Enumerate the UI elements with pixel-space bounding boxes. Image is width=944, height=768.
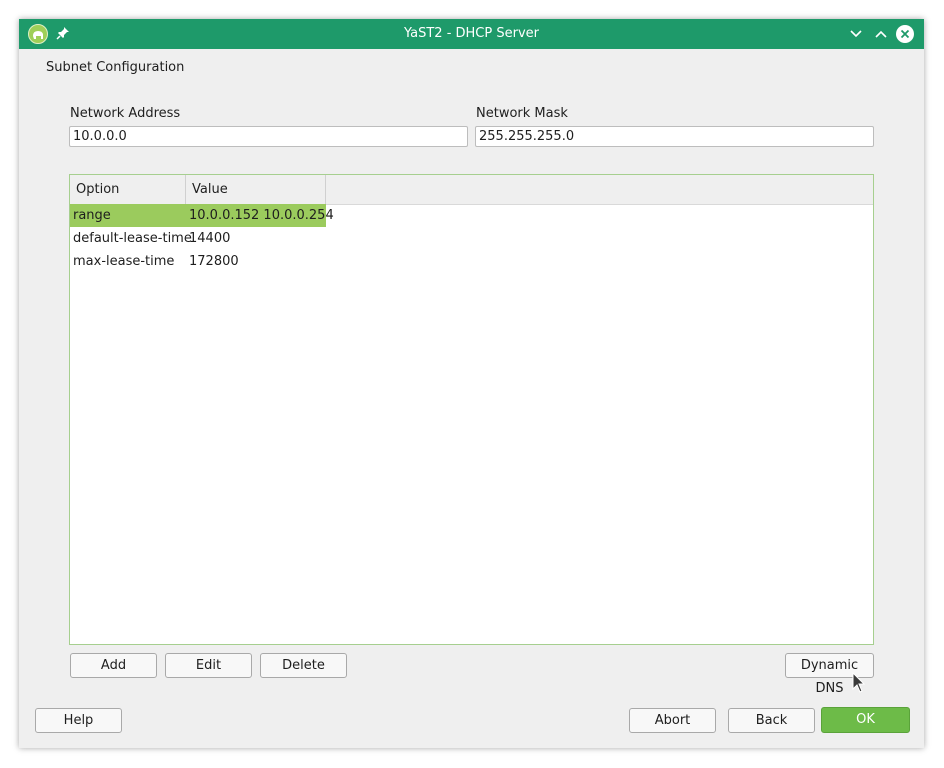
table-row[interactable]: default-lease-time 14400: [70, 227, 326, 250]
window-title: YaST2 - DHCP Server: [403, 26, 539, 41]
table-cell-value: 172800: [189, 254, 239, 269]
table-cell-value: 14400: [189, 231, 231, 246]
table-row[interactable]: max-lease-time 172800: [70, 250, 326, 273]
network-address-label: Network Address: [70, 106, 181, 121]
network-address-field[interactable]: 10.0.0.0: [69, 126, 468, 147]
abort-button[interactable]: Abort: [629, 708, 716, 733]
add-button[interactable]: Add: [70, 653, 157, 678]
close-icon[interactable]: [896, 25, 914, 43]
network-mask-label: Network Mask: [476, 106, 568, 121]
options-table[interactable]: Option Value range 10.0.0.152 10.0.0.254…: [69, 174, 874, 645]
dialog-window: YaST2 - DHCP Server Subnet Configuration…: [19, 19, 924, 748]
table-row[interactable]: range 10.0.0.152 10.0.0.254: [70, 204, 334, 227]
delete-button[interactable]: Delete: [260, 653, 347, 678]
table-cell-value: 10.0.0.152 10.0.0.254: [189, 208, 334, 223]
edit-button[interactable]: Edit: [165, 653, 252, 678]
table-cell-option: range: [73, 208, 111, 223]
back-button[interactable]: Back: [728, 708, 815, 733]
table-cell-option: max-lease-time: [73, 254, 175, 269]
chevron-up-icon[interactable]: [872, 25, 890, 43]
section-title: Subnet Configuration: [46, 60, 185, 75]
network-mask-field[interactable]: 255.255.255.0: [475, 126, 874, 147]
chevron-down-icon[interactable]: [847, 25, 865, 43]
mouse-pointer-icon: [852, 672, 866, 693]
titlebar[interactable]: YaST2 - DHCP Server: [19, 19, 924, 49]
help-button[interactable]: Help: [35, 708, 122, 733]
ok-button[interactable]: OK: [821, 707, 910, 733]
table-header: Option Value: [70, 175, 873, 205]
column-header-value[interactable]: Value: [186, 175, 326, 204]
column-header-option[interactable]: Option: [70, 175, 186, 204]
table-cell-option: default-lease-time: [73, 231, 192, 246]
